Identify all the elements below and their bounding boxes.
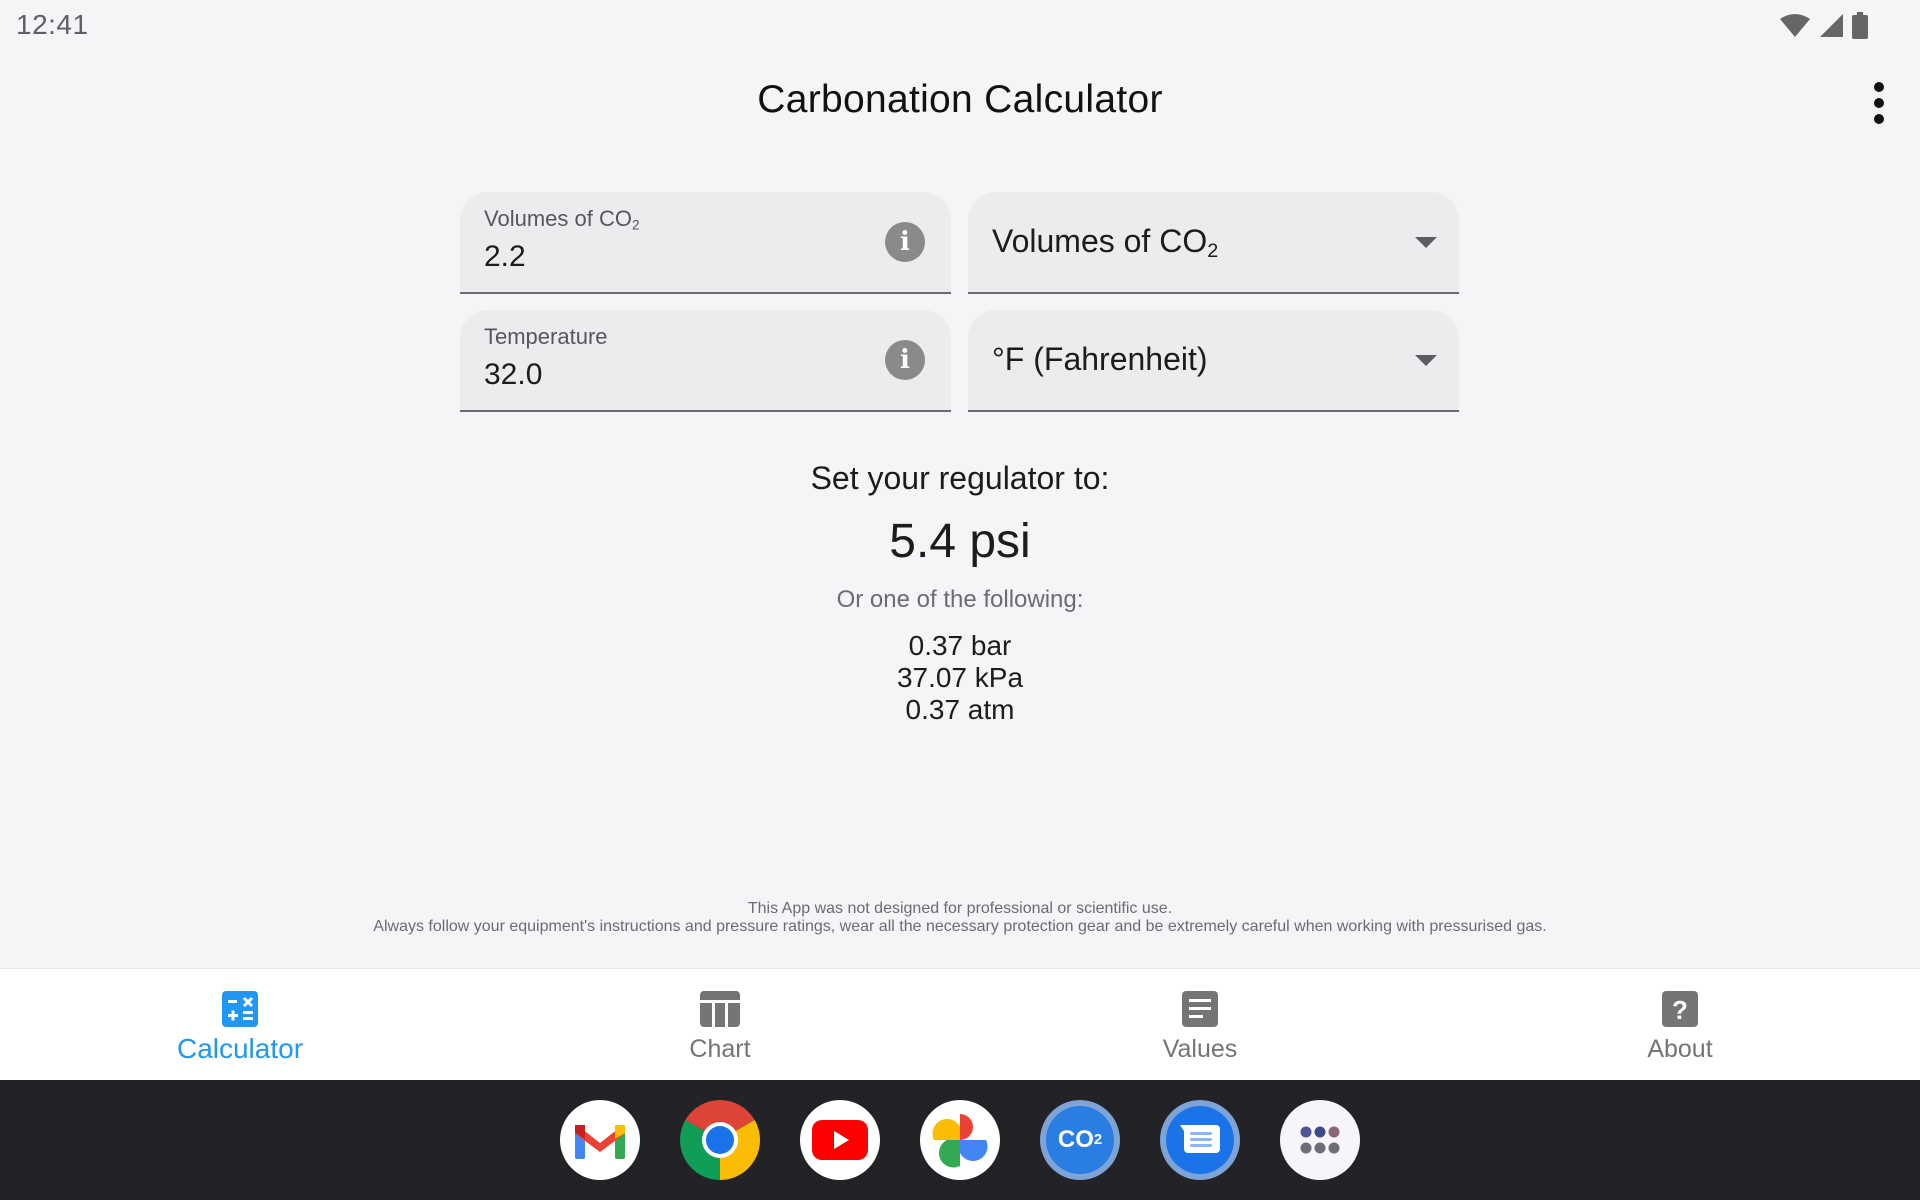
- nav-tab-values[interactable]: Values: [960, 969, 1440, 1081]
- calculator-icon: [222, 991, 258, 1027]
- temperature-label: Temperature: [484, 324, 608, 349]
- dock-app-chrome[interactable]: [680, 1100, 760, 1180]
- carbonation-unit-selected-text: Volumes of CO: [992, 223, 1208, 259]
- wifi-icon: [1780, 14, 1810, 37]
- temperature-unit-selected: °F (Fahrenheit): [992, 341, 1208, 377]
- more-vert-icon-dot: [1874, 98, 1884, 108]
- taskbar-dock: CO 2: [0, 1080, 1920, 1200]
- more-vert-icon-dot: [1874, 82, 1884, 92]
- battery-icon: [1852, 12, 1868, 39]
- dock-app-carbonation-calculator[interactable]: CO 2: [1040, 1100, 1120, 1180]
- nav-label: About: [1647, 1035, 1713, 1063]
- co2-volumes-input[interactable]: Volumes of CO2 2.2 i: [460, 192, 951, 294]
- dock-app-youtube[interactable]: [800, 1100, 880, 1180]
- page-title: Carbonation Calculator: [757, 78, 1163, 121]
- carbonation-unit-selected: Volumes of CO2: [992, 223, 1219, 262]
- nav-label: Calculator: [176, 1033, 304, 1064]
- info-icon[interactable]: i: [885, 340, 925, 380]
- temperature-input[interactable]: Temperature 32.0 i: [460, 310, 951, 412]
- co2-app-icon: CO 2: [1046, 1106, 1114, 1174]
- co2-volumes-label: Volumes of CO2: [484, 206, 640, 232]
- co2-volumes-value[interactable]: 2.2: [484, 240, 526, 274]
- nav-label: Values: [1162, 1035, 1238, 1063]
- bottom-navigation: Calculator Chart Values ? About: [0, 968, 1920, 1081]
- result-alternatives-list: 0.37 bar 37.07 kPa 0.37 atm: [0, 630, 1920, 726]
- photos-icon: [932, 1114, 988, 1168]
- dock-app-messages[interactable]: [1160, 1100, 1240, 1180]
- dropdown-arrow-icon[interactable]: [1415, 237, 1437, 248]
- result-alternative-atm: 0.37 atm: [905, 694, 1015, 725]
- co2-app-glyph: CO: [1057, 1126, 1094, 1153]
- values-list-icon: [1182, 991, 1218, 1027]
- nav-tab-about[interactable]: ? About: [1440, 969, 1920, 1081]
- more-options-button[interactable]: [1864, 82, 1894, 124]
- dock-app-photos[interactable]: [920, 1100, 1000, 1180]
- chart-table-icon: [700, 991, 740, 1027]
- nav-label: Chart: [689, 1035, 751, 1063]
- result-heading: Set your regulator to:: [810, 460, 1110, 496]
- result-alternatives-heading: Or one of the following:: [836, 586, 1084, 613]
- gmail-icon: [575, 1125, 625, 1159]
- carbonation-unit-select[interactable]: Volumes of CO2: [968, 192, 1459, 294]
- dropdown-arrow-icon[interactable]: [1415, 355, 1437, 366]
- result-alternative-bar: 0.37 bar: [908, 630, 1012, 661]
- temperature-unit-select[interactable]: °F (Fahrenheit): [968, 310, 1459, 412]
- nav-tab-calculator[interactable]: Calculator: [0, 969, 480, 1081]
- co2-volumes-label-sub: 2: [631, 217, 640, 233]
- app-drawer-icon: [1300, 1126, 1340, 1154]
- disclaimer: This App was not designed for profession…: [0, 900, 1920, 936]
- more-vert-icon-dot: [1874, 114, 1884, 124]
- temperature-value[interactable]: 32.0: [484, 358, 542, 392]
- carbonation-unit-selected-sub: 2: [1207, 239, 1219, 262]
- nav-tab-chart[interactable]: Chart: [480, 969, 960, 1081]
- svg-text:?: ?: [1672, 995, 1688, 1025]
- dock-app-gmail[interactable]: [560, 1100, 640, 1180]
- disclaimer-line-2: Always follow your equipment's instructi…: [373, 918, 1547, 935]
- help-icon: ?: [1662, 991, 1698, 1027]
- status-time: 12:41: [16, 9, 89, 40]
- chrome-icon: [680, 1100, 760, 1180]
- co2-volumes-label-text: Volumes of CO: [484, 206, 632, 231]
- dock-app-drawer[interactable]: [1280, 1100, 1360, 1180]
- result-primary-pressure: 5.4 psi: [889, 515, 1031, 568]
- cellular-signal-icon: [1820, 14, 1843, 37]
- status-icons: [1780, 12, 1868, 40]
- status-bar: 12:41: [0, 0, 1920, 50]
- result-alternative-kpa: 37.07 kPa: [896, 662, 1024, 693]
- disclaimer-line-1: This App was not designed for profession…: [747, 900, 1173, 917]
- youtube-icon: [812, 1120, 868, 1160]
- messages-icon: [1166, 1106, 1234, 1174]
- info-icon[interactable]: i: [885, 222, 925, 262]
